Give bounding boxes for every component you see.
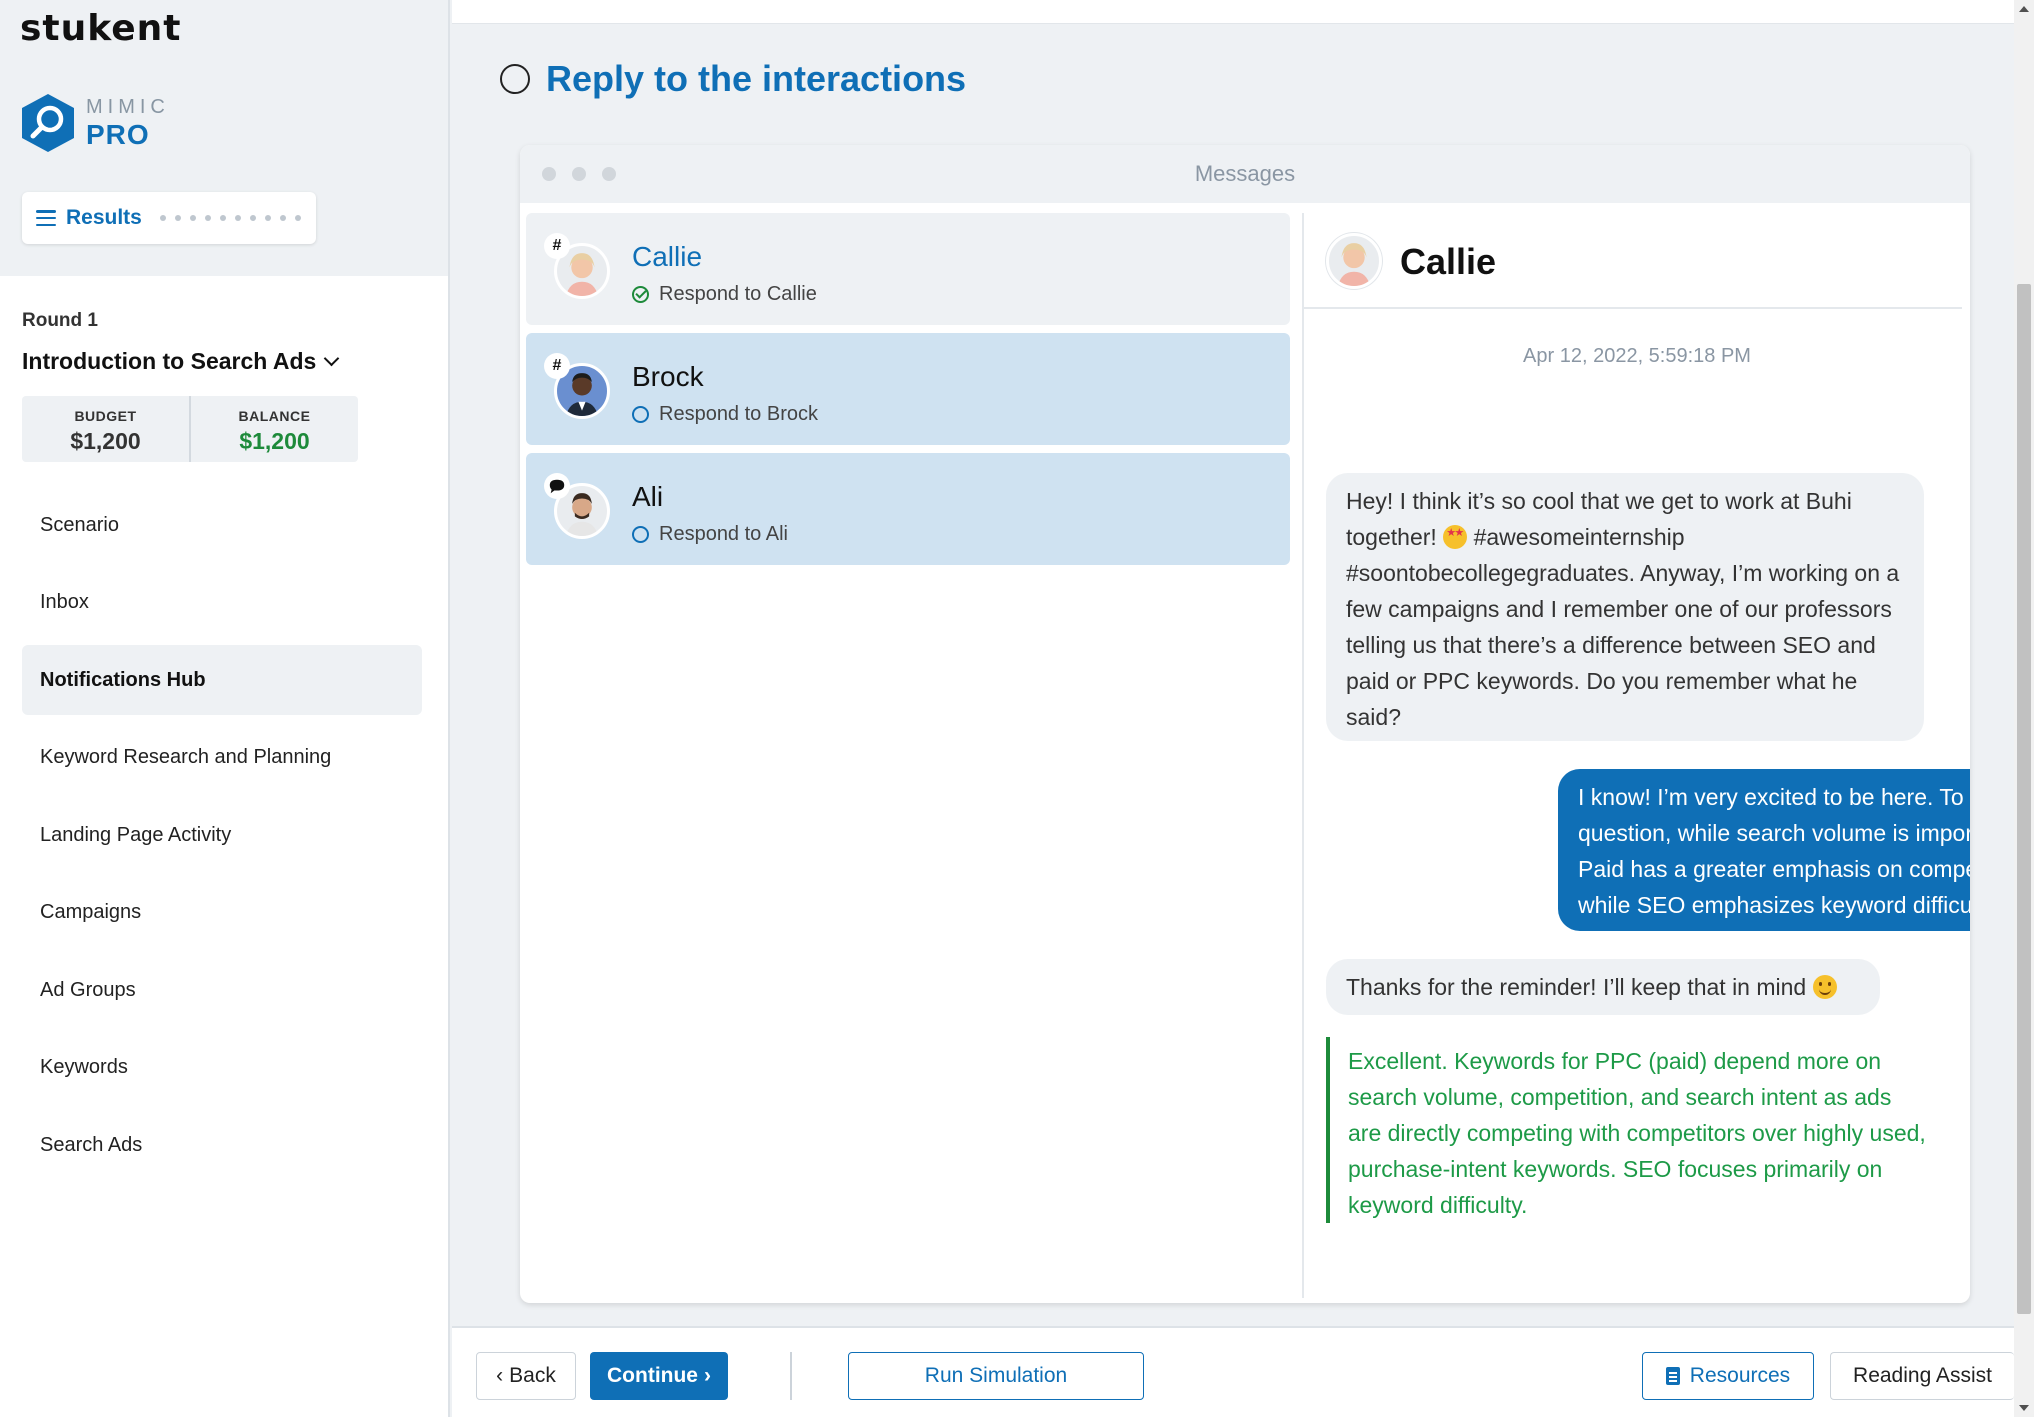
task-header: Reply to the interactions	[500, 58, 966, 100]
circle-icon	[632, 406, 649, 423]
thread-status-text: Respond to Callie	[659, 283, 817, 305]
results-button[interactable]: Results	[22, 192, 316, 244]
smiley-emoji-icon	[1812, 975, 1837, 999]
footer-toolbar: ‹ Back Continue › Run Simulation Resourc…	[452, 1326, 2014, 1417]
balance-cell: BALANCE $1,200	[189, 396, 358, 462]
slack-icon: #	[544, 233, 570, 259]
incoming-message: Hey! I think it’s so cool that we get to…	[1326, 473, 1924, 741]
budget-panel: BUDGET $1,200 BALANCE $1,200	[22, 396, 358, 462]
balance-label: BALANCE	[238, 408, 311, 424]
toolbar-divider	[790, 1352, 792, 1400]
conversation-header: Callie	[1304, 203, 1962, 309]
conversation-pane: Callie Apr 12, 2022, 5:59:18 PM Hey! I t…	[1304, 203, 1970, 1223]
reading-assist-button[interactable]: Reading Assist	[1830, 1352, 2014, 1400]
outgoing-message: I know! I’m very excited to be here. To …	[1558, 769, 1970, 931]
message-text: #awesomeinternship #soontobecollegegradu…	[1346, 524, 1900, 730]
resources-label: Resources	[1689, 1364, 1791, 1387]
budget-value: $1,200	[70, 428, 141, 454]
nav-item-keyword-research[interactable]: Keyword Research and Planning	[22, 723, 422, 793]
thread-name: Brock	[632, 361, 704, 392]
window-title: Messages	[1194, 161, 1296, 186]
thread-ali[interactable]: Ali Respond to Ali	[526, 453, 1290, 565]
chevron-down-icon	[324, 350, 340, 367]
round-label: Round 1	[22, 310, 98, 331]
star-struck-emoji-icon	[1443, 525, 1468, 549]
check-circle-icon	[632, 286, 649, 303]
back-label: Back	[509, 1364, 556, 1387]
thread-list: # Callie Respond to Callie # Brock Respo…	[526, 213, 1290, 573]
top-strip	[452, 0, 2014, 24]
mimic-label: MIMIC	[86, 96, 170, 118]
thread-status-text: Respond to Brock	[659, 403, 818, 425]
message-text: Thanks for the reminder! I’ll keep that …	[1346, 974, 1813, 1000]
balance-value: $1,200	[239, 428, 310, 454]
page-scrollbar[interactable]	[2014, 0, 2034, 1417]
back-button[interactable]: ‹ Back	[476, 1352, 576, 1400]
thread-name: Callie	[632, 241, 703, 272]
scroll-down-arrow-icon[interactable]	[2019, 1405, 2029, 1411]
continue-button[interactable]: Continue ›	[590, 1352, 728, 1400]
messages-window: Messages # Callie Respond to Callie # Br…	[520, 145, 1970, 1303]
nav-item-search-ads[interactable]: Search Ads	[22, 1110, 422, 1180]
circle-icon	[632, 526, 649, 543]
thread-status-text: Respond to Ali	[659, 523, 788, 545]
thread-status: Respond to Ali	[632, 523, 788, 546]
thread-callie[interactable]: # Callie Respond to Callie	[526, 213, 1290, 325]
pane-divider	[1302, 213, 1304, 1298]
sidebar-header: stukent MIMIC PRO Results	[0, 0, 448, 276]
nav-item-campaigns[interactable]: Campaigns	[22, 878, 422, 948]
thread-status: Respond to Brock	[632, 403, 818, 426]
mimic-hexagon-icon	[22, 94, 74, 152]
task-title: Reply to the interactions	[546, 58, 967, 99]
message-timestamp: Apr 12, 2022, 5:59:18 PM	[1523, 345, 1751, 367]
avatar	[1326, 233, 1382, 289]
round-title: Introduction to Search Ads	[22, 348, 317, 374]
speech-bubble-icon	[544, 473, 570, 499]
window-titlebar: Messages	[520, 145, 1970, 203]
budget-label: BUDGET	[74, 408, 137, 424]
scrollbar-thumb[interactable]	[2017, 284, 2031, 1314]
chevron-left-icon: ‹	[496, 1364, 504, 1387]
continue-label: Continue	[607, 1364, 698, 1387]
progress-dots	[159, 215, 301, 221]
nav-item-ad-groups[interactable]: Ad Groups	[22, 955, 422, 1025]
main-content: Reply to the interactions Messages # Cal…	[452, 0, 2014, 1417]
mimic-pro-logo: MIMIC PRO	[20, 92, 170, 154]
round-selector[interactable]: Introduction to Search Ads	[22, 348, 340, 375]
sidebar: stukent MIMIC PRO Results Round 1 Introd…	[0, 0, 450, 1417]
nav-item-inbox[interactable]: Inbox	[22, 568, 422, 638]
pro-label: PRO	[86, 119, 150, 150]
budget-cell: BUDGET $1,200	[22, 396, 189, 462]
run-simulation-button[interactable]: Run Simulation	[848, 1352, 1144, 1400]
nav-item-notifications-hub[interactable]: Notifications Hub	[22, 645, 422, 715]
incoming-message: Thanks for the reminder! I’ll keep that …	[1326, 959, 1880, 1015]
contact-name: Callie	[1400, 241, 1497, 282]
scroll-up-arrow-icon[interactable]	[2019, 6, 2029, 12]
task-status-icon	[500, 64, 530, 94]
clipboard-icon	[1665, 1367, 1680, 1385]
thread-brock[interactable]: # Brock Respond to Brock	[526, 333, 1290, 445]
sidebar-nav: Scenario Inbox Notifications Hub Keyword…	[22, 490, 422, 1188]
feedback-text: Excellent. Keywords for PPC (paid) depen…	[1326, 1037, 1926, 1223]
stukent-logo[interactable]: stukent	[20, 8, 182, 49]
hamburger-icon	[36, 210, 56, 226]
thread-name: Ali	[632, 481, 664, 512]
nav-item-keywords[interactable]: Keywords	[22, 1033, 422, 1103]
nav-item-scenario[interactable]: Scenario	[22, 490, 422, 560]
thread-status: Respond to Callie	[632, 283, 817, 306]
chevron-right-icon: ›	[703, 1364, 711, 1387]
results-label: Results	[66, 206, 142, 229]
slack-icon: #	[544, 353, 570, 379]
nav-item-landing-page-activity[interactable]: Landing Page Activity	[22, 800, 422, 870]
resources-button[interactable]: Resources	[1642, 1352, 1814, 1400]
